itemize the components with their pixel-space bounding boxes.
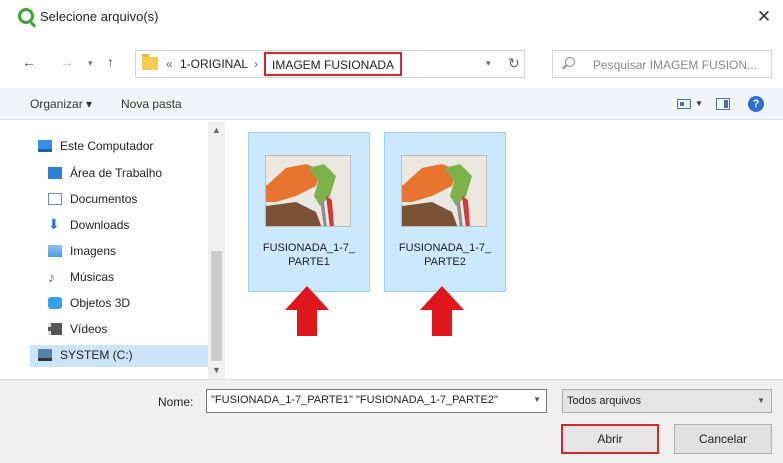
address-dropdown-chevron-icon[interactable]: ▾	[486, 58, 491, 69]
file-name-line: PARTE2	[424, 256, 466, 268]
up-arrow-icon[interactable]: ↑	[107, 54, 114, 70]
file-name-value: "FUSIONADA_1-7_PARTE1" "FUSIONADA_1-7_PA…	[211, 394, 498, 406]
file-item-parte1[interactable]: FUSIONADA_1-7_ PARTE1	[248, 132, 370, 292]
scroll-down-chevron-icon[interactable]: ▼	[212, 365, 221, 375]
file-name-label: FUSIONADA_1-7_ PARTE1	[251, 241, 367, 269]
breadcrumb-imagem-fusionada[interactable]: IMAGEM FUSIONADA	[264, 52, 403, 76]
navigation-bar: ← → ▾ ↑ « 1-ORIGINAL › IMAGEM FUSIONADA …	[0, 44, 783, 82]
open-button[interactable]: Abrir	[561, 424, 659, 454]
nav-item-musicas[interactable]: ♪ Músicas	[48, 267, 218, 289]
objects3d-icon	[48, 297, 62, 309]
nav-scrollbar[interactable]: ▲ ▼	[208, 121, 225, 379]
nav-item-objetos-3d[interactable]: Objetos 3D	[48, 293, 218, 315]
cancel-button[interactable]: Cancelar	[674, 424, 772, 454]
music-icon: ♪	[48, 269, 55, 285]
nav-item-este-computador[interactable]: Este Computador	[38, 136, 208, 158]
file-type-select[interactable]: Todos arquivos ▼	[562, 389, 772, 413]
search-icon	[565, 57, 575, 67]
desktop-icon	[48, 167, 62, 179]
computer-icon	[38, 140, 52, 152]
breadcrumb-1-original[interactable]: 1-ORIGINAL	[180, 57, 248, 71]
recent-locations-chevron-icon[interactable]: ▾	[88, 58, 93, 69]
nav-item-label: Objetos 3D	[70, 296, 131, 310]
red-up-arrow-annotation-icon	[285, 286, 329, 336]
scroll-up-chevron-icon[interactable]: ▲	[212, 125, 221, 135]
downloads-icon: ⬇	[48, 216, 60, 232]
window-title: Selecione arquivo(s)	[40, 9, 159, 24]
organize-menu-button[interactable]: Organizar ▾	[30, 97, 92, 111]
nav-item-system-c[interactable]: SYSTEM (C:)	[30, 345, 210, 367]
file-name-chevron-icon[interactable]: ▼	[533, 395, 541, 404]
nav-item-label: Área de Trabalho	[70, 166, 163, 180]
forward-arrow-icon[interactable]: →	[60, 54, 74, 70]
navigation-pane: Este Computador Área de Trabalho Documen…	[0, 121, 228, 379]
file-type-value: Todos arquivos	[567, 395, 641, 407]
red-up-arrow-annotation-icon	[420, 286, 464, 336]
nav-item-label: Imagens	[70, 244, 117, 258]
nav-item-videos[interactable]: Vídeos	[48, 319, 218, 341]
file-list-area: FUSIONADA_1-7_ PARTE1 FUSIONADA_1-7_ PAR…	[228, 121, 783, 379]
title-bar: Selecione arquivo(s) ✕	[0, 0, 783, 34]
file-type-chevron-icon: ▼	[757, 396, 765, 405]
nav-item-imagens[interactable]: Imagens	[48, 241, 218, 263]
search-input[interactable]: Pesquisar IMAGEM FUSION...	[552, 50, 772, 78]
nav-item-label: Downloads	[70, 218, 130, 232]
breadcrumb-separator-icon[interactable]: ›	[254, 57, 258, 71]
file-name-field-label: Nome:	[158, 395, 194, 409]
help-icon[interactable]: ?	[748, 96, 764, 112]
folder-icon	[142, 54, 158, 70]
nav-item-label: Músicas	[70, 270, 115, 284]
file-item-parte2[interactable]: FUSIONADA_1-7_ PARTE2	[384, 132, 506, 292]
address-bar[interactable]: « 1-ORIGINAL › IMAGEM FUSIONADA ▾ ↻	[135, 50, 525, 78]
file-name-line: FUSIONADA_1-7_	[398, 242, 492, 254]
back-arrow-icon[interactable]: ←	[22, 54, 36, 70]
image-thumbnail-icon	[265, 155, 351, 227]
command-toolbar: Organizar ▾ Nova pasta ▼ ?	[0, 88, 783, 120]
search-placeholder: Pesquisar IMAGEM FUSION...	[593, 58, 758, 72]
nav-item-label: Este Computador	[60, 139, 154, 153]
videos-icon	[48, 323, 62, 335]
dialog-footer: Nome: "FUSIONADA_1-7_PARTE1" "FUSIONADA_…	[0, 379, 783, 463]
nav-item-downloads[interactable]: ⬇ Downloads	[48, 215, 218, 237]
file-name-label: FUSIONADA_1-7_ PARTE2	[387, 241, 503, 269]
new-folder-button[interactable]: Nova pasta	[121, 97, 182, 111]
file-name-input[interactable]: "FUSIONADA_1-7_PARTE1" "FUSIONADA_1-7_PA…	[206, 389, 547, 413]
nav-item-label: SYSTEM (C:)	[60, 348, 133, 362]
documents-icon	[48, 193, 62, 205]
preview-pane-icon[interactable]	[716, 98, 730, 110]
scrollbar-thumb[interactable]	[211, 251, 222, 361]
pictures-icon	[48, 245, 62, 257]
close-button[interactable]: ✕	[753, 6, 775, 28]
qgis-app-icon	[18, 8, 34, 24]
image-thumbnail-icon	[401, 155, 487, 227]
drive-icon	[38, 349, 52, 361]
nav-item-label: Vídeos	[70, 322, 108, 336]
path-overflow-icon[interactable]: «	[166, 57, 173, 71]
nav-item-label: Documentos	[70, 192, 138, 206]
file-name-line: FUSIONADA_1-7_	[262, 242, 356, 254]
view-options-chevron-icon[interactable]: ▼	[695, 99, 703, 108]
file-name-line: PARTE1	[288, 256, 330, 268]
refresh-icon[interactable]: ↻	[508, 55, 520, 72]
change-view-icon[interactable]	[677, 99, 691, 109]
nav-item-area-de-trabalho[interactable]: Área de Trabalho	[48, 163, 218, 185]
nav-item-documentos[interactable]: Documentos	[48, 189, 218, 211]
